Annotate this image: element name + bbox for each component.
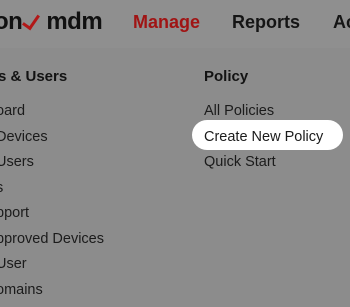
- menu-item-label: Create New Policy: [204, 128, 324, 145]
- menu-item-dashboard[interactable]: oard: [0, 102, 104, 128]
- column-heading: Policy: [204, 68, 249, 85]
- menu-item-approved-devices[interactable]: pproved Devices: [0, 230, 104, 256]
- menu-item-users[interactable]: Users: [0, 153, 104, 179]
- nav-account[interactable]: Ac: [333, 12, 350, 33]
- menu-item-groups[interactable]: s: [0, 179, 104, 205]
- top-header: onmdm Manage Reports Ac: [0, 0, 350, 48]
- brand-suffix: mdm: [46, 8, 103, 35]
- brand-logo[interactable]: on mdm: [0, 8, 103, 36]
- menu-item-support[interactable]: pport: [0, 204, 104, 230]
- menu-list: oard Devices Users s pport pproved Devic…: [0, 102, 104, 306]
- menu-item-devices[interactable]: Devices: [0, 128, 104, 154]
- manage-dropdown-panel: s & Users oard Devices Users s pport ppr…: [0, 48, 350, 307]
- column-heading: s & Users: [0, 68, 68, 85]
- menu-list: All Policies Create New Policy Quick Sta…: [191, 102, 344, 179]
- menu-item-create-new-policy[interactable]: Create New Policy: [191, 119, 344, 154]
- nav-reports[interactable]: Reports: [232, 12, 300, 33]
- brand-prefix: on: [0, 8, 23, 35]
- menu-item-new-user[interactable]: User: [0, 255, 104, 281]
- nav-manage[interactable]: Manage: [133, 12, 200, 33]
- menu-item-domains[interactable]: omains: [0, 281, 104, 307]
- checkmark-icon: [22, 10, 41, 31]
- menu-item-quick-start[interactable]: Quick Start: [204, 153, 323, 179]
